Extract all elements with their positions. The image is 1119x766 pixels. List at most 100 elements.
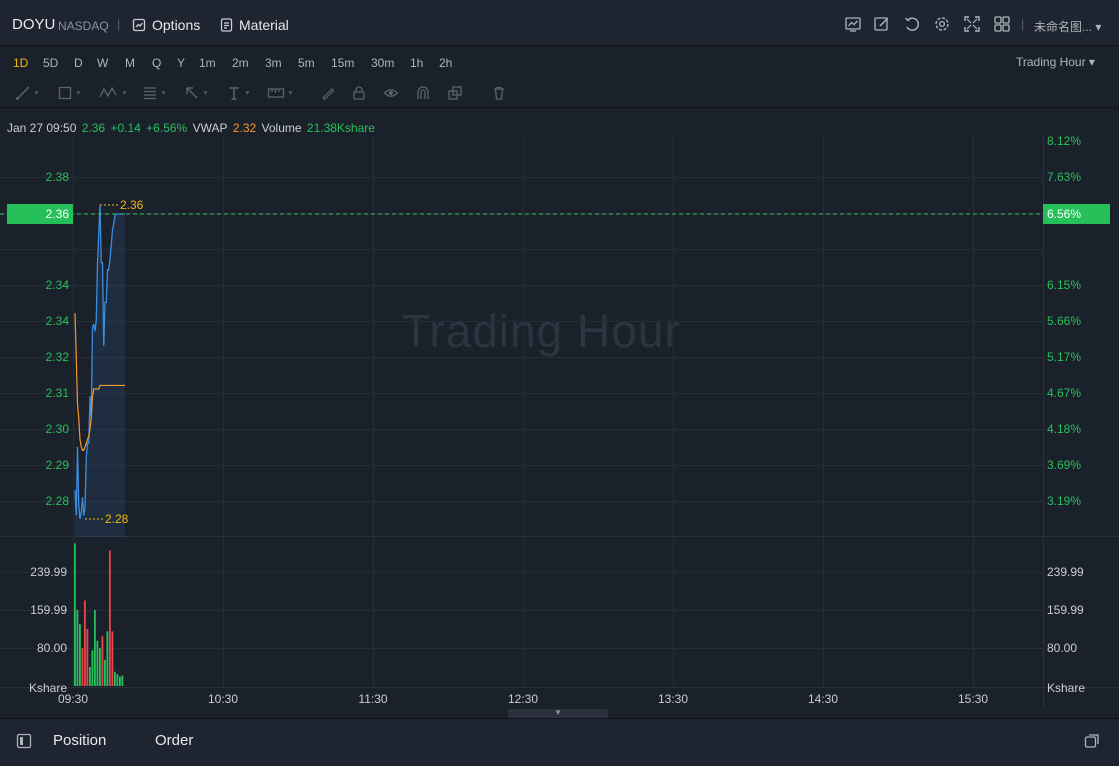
options-label: Options [152, 17, 201, 33]
tab-order[interactable]: Order [155, 732, 193, 749]
layers-icon[interactable] [447, 85, 463, 101]
price-axis-tick: 2.34 [46, 278, 70, 292]
low-marker-label: 2.28 [105, 512, 129, 526]
period-1d[interactable]: 1D [13, 56, 28, 70]
layout-name-dropdown[interactable]: 未命名图... ▾ [1034, 18, 1101, 35]
period-30m[interactable]: 30m [371, 56, 394, 70]
price-axis-tick: 2.31 [46, 386, 70, 400]
volume-bar [121, 675, 124, 686]
layout-grid-icon[interactable] [993, 15, 1011, 33]
price-axis-tick: 2.29 [46, 458, 70, 472]
brush-icon[interactable] [320, 85, 336, 101]
volume-axis-tick: 239.99 [30, 565, 67, 579]
header-separator-2: | [1021, 17, 1025, 31]
percent-axis-tick: 5.66% [1047, 314, 1081, 328]
percent-axis-tick: 8.12% [1047, 134, 1081, 148]
tab-position[interactable]: Position [53, 732, 106, 749]
fullscreen-icon[interactable] [963, 15, 981, 33]
line-tool-icon [16, 86, 30, 100]
current-percent-label: 6.56% [1047, 207, 1081, 221]
measure-tool-button[interactable]: ▼ [267, 85, 294, 101]
exchange-label: NASDAQ [58, 19, 109, 33]
material-label: Material [239, 17, 289, 33]
options-icon [132, 18, 146, 32]
material-button[interactable]: Material [220, 15, 289, 35]
eye-icon[interactable] [383, 85, 399, 101]
current-price-label: 2.36 [46, 207, 70, 221]
sidebar-toggle-icon[interactable] [16, 733, 32, 749]
price-area-fill [75, 204, 125, 538]
fib-tool-button[interactable]: ▼ [142, 85, 167, 101]
volume-bar [114, 671, 116, 686]
document-icon [220, 18, 233, 32]
header-separator: | [117, 17, 121, 31]
pattern-tool-icon [99, 86, 117, 98]
period-2m[interactable]: 2m [232, 56, 249, 70]
volume-bar [116, 674, 119, 686]
indicator-icon[interactable] [844, 15, 862, 33]
volume-bar [84, 600, 86, 686]
volume-bar [76, 609, 79, 686]
percent-axis-tick: 4.67% [1047, 386, 1081, 400]
popout-icon[interactable] [1084, 733, 1100, 749]
drawing-toolbar: ▼ ▼ ▼ ▼ ▼ ▼ ▼ [0, 78, 1119, 108]
lock-icon[interactable] [351, 85, 367, 101]
magnet-icon[interactable] [415, 85, 431, 101]
intraday-chart[interactable]: 2.382.372.342.342.322.312.302.292.288.12… [0, 116, 1119, 708]
line-tool-button[interactable]: ▼ [15, 85, 40, 101]
period-5d[interactable]: 5D [43, 56, 58, 70]
volume-bar [104, 659, 106, 686]
arrow-tool-icon [186, 87, 198, 99]
undo-icon[interactable] [903, 15, 921, 33]
price-axis-tick: 2.32 [46, 350, 70, 364]
price-axis-tick: 2.34 [46, 314, 70, 328]
bottom-panel-bar: Position Order [0, 718, 1119, 766]
time-axis-tick: 12:30 [508, 692, 538, 706]
period-2h[interactable]: 2h [439, 56, 452, 70]
period-bar: 1D 5D D W M Q Y 1m 2m 3m 5m 15m 30m 1h 2… [0, 46, 1119, 78]
rectangle-tool-button[interactable]: ▼ [57, 85, 82, 101]
volume-axis-tick-right: 159.99 [1047, 603, 1084, 617]
period-1m[interactable]: 1m [199, 56, 216, 70]
volume-bar [106, 631, 109, 686]
volume-bar [81, 647, 84, 686]
volume-unit-label-right: Kshare [1047, 681, 1085, 695]
symbol-name[interactable]: DOYU [12, 16, 55, 33]
time-axis-tick: 13:30 [658, 692, 688, 706]
period-3m[interactable]: 3m [265, 56, 282, 70]
volume-bar [89, 666, 91, 686]
text-tool-button[interactable]: ▼ [226, 85, 251, 101]
time-axis-tick: 14:30 [808, 692, 838, 706]
fib-tool-icon [144, 87, 156, 100]
time-axis-tick: 10:30 [208, 692, 238, 706]
arrow-tool-button[interactable]: ▼ [184, 85, 209, 101]
pattern-tool-button[interactable]: ▼ [99, 85, 128, 101]
volume-axis-tick: 159.99 [30, 603, 67, 617]
period-q[interactable]: Q [152, 56, 161, 70]
time-axis-tick: 11:30 [358, 692, 387, 706]
period-w[interactable]: W [97, 56, 108, 70]
panel-splitter[interactable]: ▼ [508, 708, 608, 718]
time-axis-tick: 15:30 [958, 692, 988, 706]
volume-bar [101, 636, 104, 686]
period-d[interactable]: D [74, 56, 83, 70]
volume-axis-tick-right: 239.99 [1047, 565, 1084, 579]
volume-bar [74, 543, 76, 686]
trash-icon[interactable] [491, 85, 507, 101]
options-button[interactable]: Options [132, 15, 200, 35]
percent-axis-tick: 3.69% [1047, 458, 1081, 472]
volume-bar [111, 631, 114, 686]
period-15m[interactable]: 15m [331, 56, 354, 70]
draw-icon[interactable] [873, 15, 891, 33]
settings-icon[interactable] [933, 15, 951, 33]
period-5m[interactable]: 5m [298, 56, 315, 70]
session-selector[interactable]: Trading Hour ▾ [1016, 55, 1095, 69]
period-1h[interactable]: 1h [410, 56, 423, 70]
period-y[interactable]: Y [177, 56, 185, 70]
volume-bar [99, 647, 101, 686]
volume-axis-tick: 80.00 [37, 641, 67, 655]
volume-bar [86, 628, 89, 686]
volume-bar [91, 650, 94, 686]
price-axis-tick: 2.28 [46, 494, 70, 508]
period-m[interactable]: M [125, 56, 135, 70]
